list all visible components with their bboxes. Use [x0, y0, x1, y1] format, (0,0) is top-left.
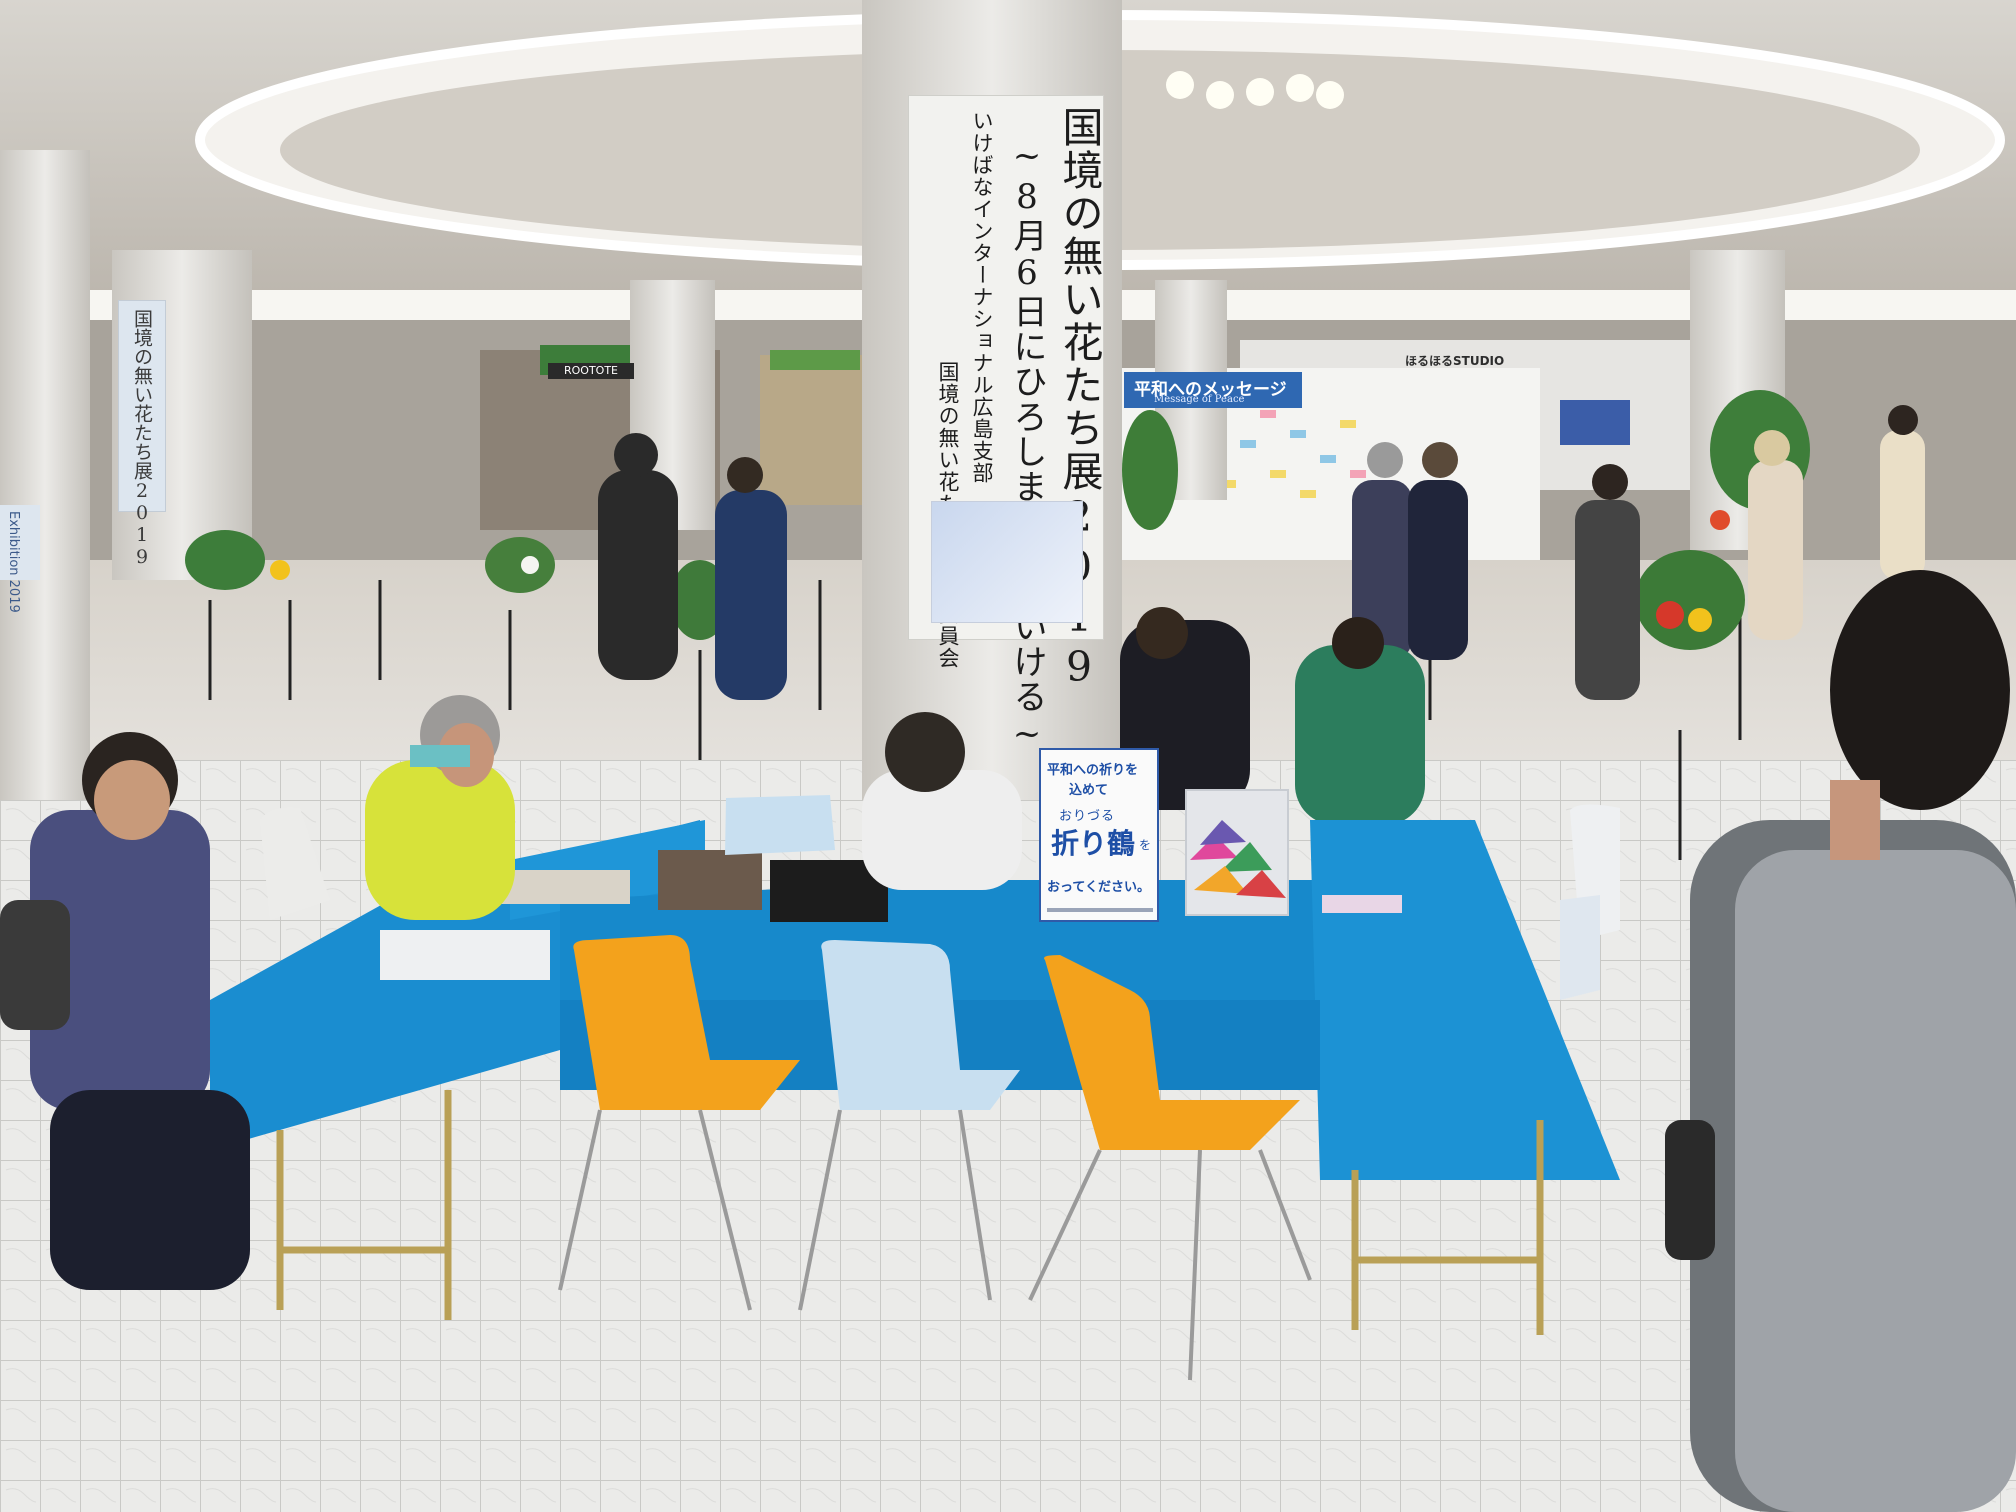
left-banner-english: Exhibition 2019: [0, 505, 40, 613]
shop-sign: ROOTOTE: [548, 363, 634, 379]
sign-line-4: おってください。: [1047, 880, 1150, 895]
sign-line-2: 込めて: [1069, 783, 1109, 798]
message-of-peace-header: 平和へのメッセージ Message of Peace: [1124, 372, 1302, 408]
banner-subtitle: ~8月6日にひろしまで花をいける~: [1007, 136, 1047, 755]
crane-image: [931, 501, 1083, 623]
sign-particle: を: [1139, 838, 1152, 852]
left-pillar: [0, 150, 90, 800]
left-banner-text: 国境の無い花たち展2019: [131, 309, 153, 568]
paper-tray: [500, 870, 630, 904]
left-banner-english-text: Exhibition 2019: [6, 511, 21, 613]
origami-instruction-sign: 平和への祈りを 込めて おりづる 折り鶴 を おってください。: [1039, 748, 1159, 922]
sign-footer-print: [1047, 908, 1153, 912]
paper-sheet: [380, 930, 550, 980]
sign-line-1: 平和への祈りを: [1047, 763, 1139, 778]
banner-organizer: いけばなインターナショナル広島支部: [970, 110, 994, 484]
exhibition-banner: 国境の無い花たち展2019 ~8月6日にひろしまで花をいける~ いけばなインター…: [908, 95, 1104, 755]
sign-main-text: 折り鶴: [1051, 827, 1136, 860]
origami-box-brown: [658, 850, 762, 910]
studio-sign: ほるほるSTUDIO: [1405, 354, 1505, 368]
left-pillar-banner: 国境の無い花たち展2019: [118, 300, 166, 568]
message-subtitle: Message of Peace: [1154, 394, 1245, 405]
